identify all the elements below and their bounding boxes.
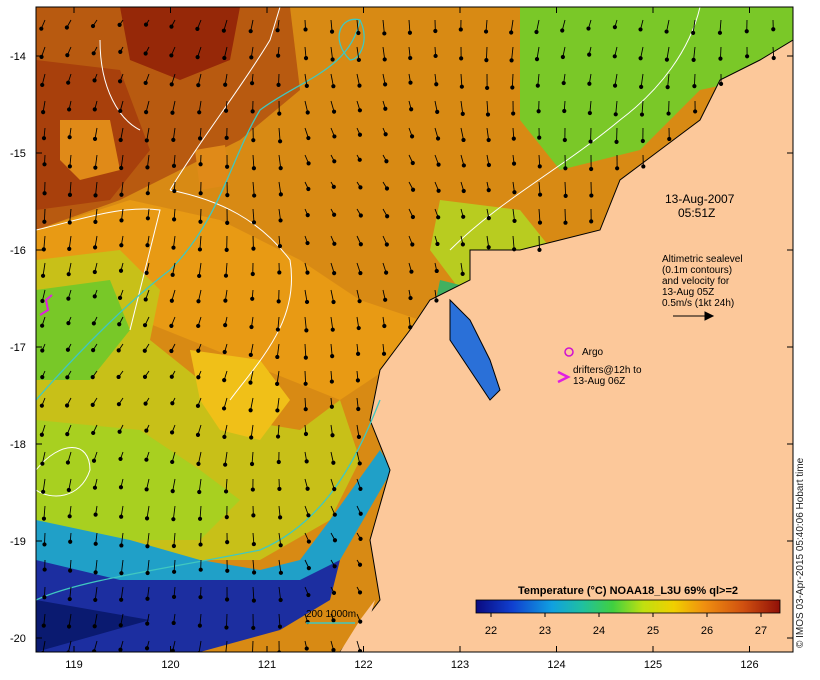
colorbar-tick-label: 23 — [539, 625, 551, 637]
lat-tick-label: -16 — [10, 245, 26, 257]
sst-map: -14 -15 -16 -17 -18 -19 -20 119 120 121 122 123 124… — [10, 6, 794, 671]
colorbar-tick-label: 26 — [701, 625, 713, 637]
svg-text:13-Aug 05Z: 13-Aug 05Z — [662, 287, 714, 298]
lat-tick-label: -19 — [10, 536, 26, 548]
sst-field — [36, 7, 793, 652]
svg-text:Altimetric sealevel: Altimetric sealevel — [662, 254, 743, 265]
lon-tick-label: 126 — [740, 659, 758, 671]
colorbar-title: Temperature (°C) NOAA18_L3U 69% ql>=2 — [518, 585, 738, 597]
lat-tick-label: -14 — [10, 51, 26, 63]
colorbar-tick-label: 22 — [485, 625, 497, 637]
lon-tick-label: 125 — [644, 659, 662, 671]
colorbar-tick-label: 24 — [593, 625, 605, 637]
lon-tick-label: 122 — [354, 659, 372, 671]
svg-text:and velocity for: and velocity for — [662, 276, 730, 287]
lon-tick-label: 121 — [258, 659, 276, 671]
svg-text:0.5m/s (1kt 24h): 0.5m/s (1kt 24h) — [662, 298, 734, 309]
lat-tick-label: -15 — [10, 148, 26, 160]
colorbar-tick-label: 27 — [755, 625, 767, 637]
lon-tick-label: 120 — [161, 659, 179, 671]
colorbar — [475, 599, 781, 614]
argo-label: Argo — [582, 347, 604, 358]
colorbar-tick-label: 25 — [647, 625, 659, 637]
lat-tick-label: -20 — [10, 633, 26, 645]
map-date: 13-Aug-2007 — [665, 192, 735, 206]
svg-text:(0.1m contours): (0.1m contours) — [662, 265, 732, 276]
drifters-label-1: drifters@12h to — [573, 365, 642, 376]
lon-tick-label: 123 — [451, 659, 469, 671]
lon-tick-label: 119 — [65, 659, 83, 671]
credit-text: © IMOS 03-Apr-2015 05:40:06 Hobart time — [795, 457, 806, 648]
map-time: 05:51Z — [678, 206, 715, 220]
lat-tick-label: -17 — [10, 342, 26, 354]
lat-tick-label: -18 — [10, 439, 26, 451]
lon-tick-label: 124 — [547, 659, 565, 671]
drifters-label-2: 13-Aug 06Z — [573, 376, 625, 387]
isobath-label: 200 1000m — [306, 609, 356, 620]
